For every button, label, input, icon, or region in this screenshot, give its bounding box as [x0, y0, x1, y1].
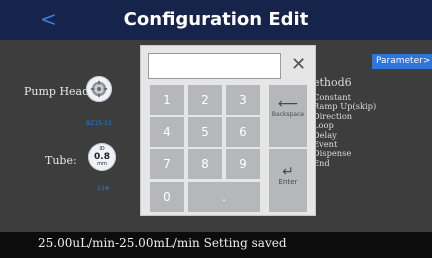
tube-id-unit: mm: [97, 161, 107, 167]
tube-selector[interactable]: ID 0.8 mm: [88, 143, 116, 171]
status-bar: 25.00uL/min-25.00mL/min Setting saved: [0, 232, 432, 258]
tube-id-display: ID 0.8 mm: [88, 147, 116, 167]
key-decimal-point[interactable]: .: [188, 182, 260, 212]
pump-head-model: BZ15-13: [86, 120, 112, 127]
backspace-arrow-icon: ⟵: [277, 96, 299, 112]
method-name: ethod6: [313, 76, 352, 89]
device-screen: < Configuration Edit Pump Head: BZ15-13 …: [0, 0, 432, 258]
parameter-button[interactable]: Parameter>: [372, 54, 432, 69]
pump-head-label: Pump Head:: [24, 85, 93, 98]
method-step-list: Constant Ramp Up(skip) Direction Loop De…: [313, 92, 376, 168]
keypad-input-field[interactable]: [148, 53, 281, 79]
key-5[interactable]: 5: [188, 117, 222, 147]
tube-label: Tube:: [45, 154, 77, 167]
tube-number: 13#: [97, 185, 110, 192]
backspace-label: Backspace: [271, 111, 305, 118]
backspace-key[interactable]: ⟵ Backspace: [269, 85, 307, 147]
status-text: 25.00uL/min-25.00mL/min Setting saved: [38, 236, 287, 250]
key-6[interactable]: 6: [226, 117, 260, 147]
header-bar: < Configuration Edit: [0, 0, 432, 40]
key-2[interactable]: 2: [188, 85, 222, 115]
close-icon[interactable]: ✕: [291, 55, 306, 75]
key-9[interactable]: 9: [226, 149, 260, 179]
enter-key[interactable]: ↵ Enter: [269, 149, 307, 212]
key-1[interactable]: 1: [150, 85, 184, 115]
pump-head-selector[interactable]: [86, 76, 112, 102]
enter-arrow-icon: ↵: [282, 164, 294, 180]
key-8[interactable]: 8: [188, 149, 222, 179]
key-3[interactable]: 3: [226, 85, 260, 115]
pump-head-icon: [90, 80, 108, 98]
key-4[interactable]: 4: [150, 117, 184, 147]
key-7[interactable]: 7: [150, 149, 184, 179]
key-0[interactable]: 0: [150, 182, 184, 212]
numeric-keypad: ✕ 1 2 3 4 5 6 7 8 9 0 . ⟵ Backspace ↵ En…: [140, 45, 316, 216]
method-step[interactable]: End: [313, 158, 376, 168]
page-title: Configuration Edit: [123, 9, 309, 30]
enter-label: Enter: [278, 178, 298, 186]
